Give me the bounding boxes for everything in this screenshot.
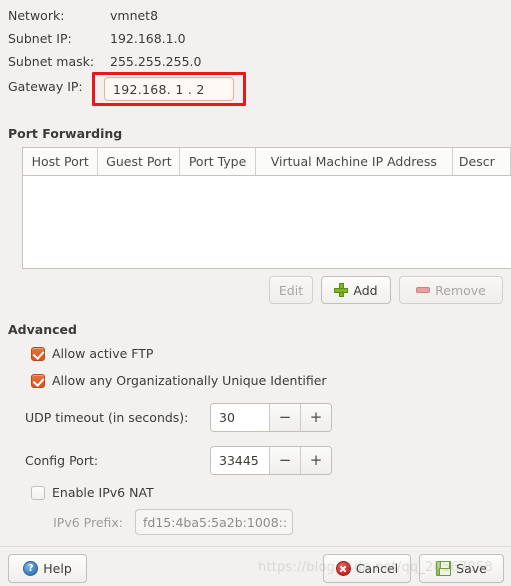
column-header-description[interactable]: Descr: [453, 148, 511, 175]
save-button-label: Save: [456, 561, 487, 576]
subnet-mask-label: Subnet mask:: [8, 54, 95, 69]
ipv6-prefix-label: IPv6 Prefix:: [53, 514, 123, 530]
column-header-guest-port[interactable]: Guest Port: [98, 148, 181, 175]
info-row-subnet-mask: Subnet mask: 255.255.255.0: [8, 50, 268, 73]
remove-button-label: Remove: [435, 282, 486, 298]
cancel-button-label: Cancel: [355, 561, 399, 576]
edit-button[interactable]: Edit: [269, 276, 313, 304]
checkbox-unchecked-icon: [31, 485, 45, 500]
info-row-subnet-ip: Subnet IP: 192.168.1.0: [8, 27, 268, 50]
network-label: Network:: [8, 8, 65, 23]
ipv6-prefix-input[interactable]: fd15:4ba5:5a2b:1008::: [135, 509, 293, 535]
footer-button-group: Cancel Save: [323, 554, 504, 583]
udp-timeout-decrement-button[interactable]: −: [269, 404, 300, 431]
cancel-icon: [335, 561, 351, 576]
minus-icon: [416, 287, 431, 293]
checkbox-enable-ipv6-nat[interactable]: Enable IPv6 NAT: [31, 485, 154, 500]
subnet-mask-value: 255.255.255.0: [110, 54, 202, 69]
save-button[interactable]: Save: [419, 554, 504, 583]
footer-divider: [0, 546, 511, 547]
column-header-host-port[interactable]: Host Port: [23, 148, 99, 175]
checkbox-allow-active-ftp-label: Allow active FTP: [52, 346, 154, 361]
cancel-button[interactable]: Cancel: [323, 554, 411, 583]
advanced-title: Advanced: [8, 322, 77, 337]
config-port-decrement-button[interactable]: −: [269, 447, 300, 474]
config-port-row: Config Port: 33445 − +: [25, 446, 332, 475]
edit-button-label: Edit: [278, 282, 304, 298]
port-forwarding-button-group: Edit Add Remove: [269, 276, 503, 304]
udp-timeout-spinner[interactable]: 30 − +: [210, 403, 332, 432]
help-icon: ?: [23, 561, 39, 576]
udp-timeout-input[interactable]: 30: [211, 404, 269, 431]
config-port-spinner[interactable]: 33445 − +: [210, 446, 332, 475]
add-button-label: Add: [353, 282, 378, 298]
checkbox-checked-icon: [31, 346, 45, 361]
network-info-grid: Network: vmnet8 Subnet IP: 192.168.1.0 S…: [8, 4, 268, 73]
ipv6-prefix-row: IPv6 Prefix: fd15:4ba5:5a2b:1008::: [25, 509, 293, 535]
udp-timeout-row: UDP timeout (in seconds): 30 − +: [25, 403, 332, 432]
gateway-ip-label: Gateway IP:: [8, 79, 83, 94]
help-button[interactable]: ? Help: [8, 554, 87, 583]
table-header-row: Host Port Guest Port Port Type Virtual M…: [23, 148, 511, 176]
network-value: vmnet8: [110, 8, 159, 23]
column-header-port-type[interactable]: Port Type: [180, 148, 256, 175]
config-port-increment-button[interactable]: +: [300, 447, 331, 474]
add-button[interactable]: Add: [321, 276, 391, 304]
port-forwarding-title: Port Forwarding: [8, 126, 123, 141]
checkbox-checked-icon: [31, 373, 45, 388]
gateway-ip-input[interactable]: 192.168. 1 . 2: [104, 77, 234, 101]
config-port-label: Config Port:: [25, 453, 99, 468]
remove-button[interactable]: Remove: [399, 276, 503, 304]
plus-icon: [334, 283, 349, 297]
subnet-ip-value: 192.168.1.0: [110, 31, 186, 46]
checkbox-allow-any-oui[interactable]: Allow any Organizationally Unique Identi…: [31, 373, 327, 388]
checkbox-enable-ipv6-nat-label: Enable IPv6 NAT: [52, 485, 154, 500]
port-forwarding-table[interactable]: Host Port Guest Port Port Type Virtual M…: [22, 147, 511, 269]
config-port-input[interactable]: 33445: [211, 447, 269, 474]
udp-timeout-increment-button[interactable]: +: [300, 404, 331, 431]
checkbox-allow-any-oui-label: Allow any Organizationally Unique Identi…: [52, 373, 327, 388]
table-body-empty[interactable]: [23, 176, 511, 268]
info-row-network: Network: vmnet8: [8, 4, 268, 27]
subnet-ip-label: Subnet IP:: [8, 31, 72, 46]
gateway-ip-row: Gateway IP:: [8, 79, 92, 94]
column-header-virtual-machine-ip-address[interactable]: Virtual Machine IP Address: [256, 148, 453, 175]
save-icon: [436, 561, 452, 576]
checkbox-allow-active-ftp[interactable]: Allow active FTP: [31, 346, 153, 361]
help-button-label: Help: [43, 561, 72, 576]
udp-timeout-label: UDP timeout (in seconds):: [25, 410, 189, 425]
